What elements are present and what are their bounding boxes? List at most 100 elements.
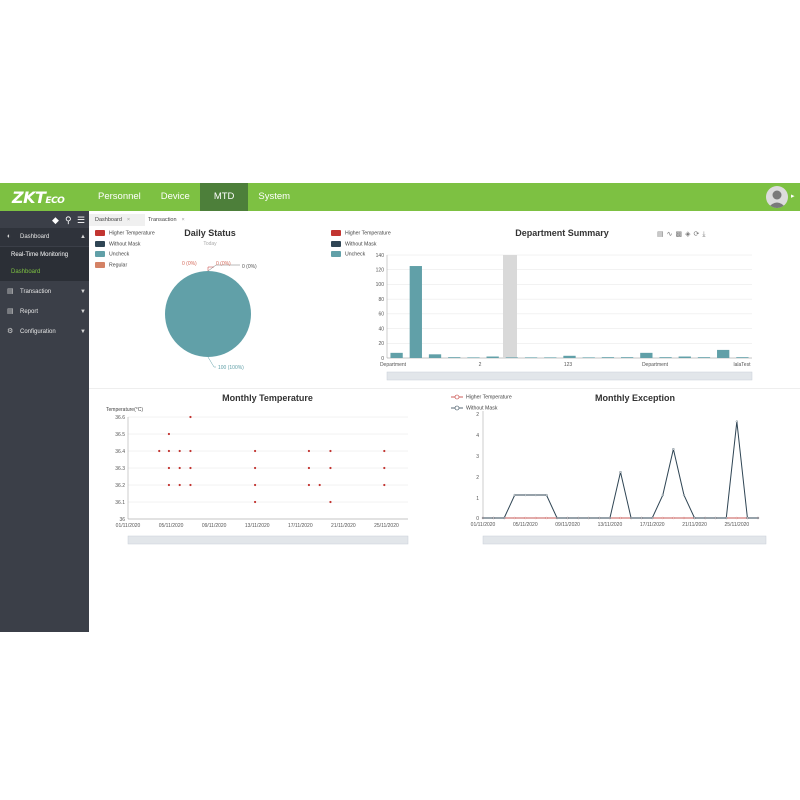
data-point[interactable] bbox=[545, 516, 548, 520]
bar[interactable] bbox=[659, 357, 672, 358]
legend-item[interactable]: Regular bbox=[95, 261, 155, 273]
tag-icon[interactable]: ◆ bbox=[52, 215, 59, 226]
data-point[interactable] bbox=[619, 470, 622, 474]
bar[interactable] bbox=[448, 357, 461, 358]
data-point[interactable] bbox=[329, 500, 332, 504]
menu-icon[interactable]: ☰ bbox=[77, 215, 85, 226]
sidebar-item-configuration[interactable]: ⚙ Configuration ▼ bbox=[0, 323, 89, 341]
bar-chart-icon[interactable]: ▩ bbox=[676, 231, 686, 238]
tab-transaction[interactable]: Transaction × bbox=[146, 214, 200, 226]
nav-device[interactable]: Device bbox=[151, 183, 200, 211]
data-point[interactable] bbox=[682, 493, 686, 497]
data-point[interactable] bbox=[253, 449, 257, 453]
data-point[interactable] bbox=[383, 449, 386, 453]
data-point[interactable] bbox=[524, 493, 527, 497]
data-point[interactable] bbox=[513, 516, 516, 520]
data-point[interactable] bbox=[735, 420, 738, 423]
data-point[interactable] bbox=[318, 483, 321, 487]
sidebar-subitem-dashboard[interactable]: Dashboard bbox=[0, 264, 89, 281]
legend-item[interactable]: Without Mask bbox=[331, 240, 391, 252]
data-point[interactable] bbox=[167, 466, 171, 470]
data-point[interactable] bbox=[524, 516, 527, 520]
bar[interactable] bbox=[428, 354, 442, 358]
user-menu-caret-icon[interactable]: ▸ bbox=[791, 192, 795, 200]
data-point[interactable] bbox=[167, 432, 171, 436]
data-point[interactable] bbox=[158, 449, 161, 453]
bar[interactable] bbox=[697, 357, 711, 358]
data-point[interactable] bbox=[661, 516, 664, 520]
data-point[interactable] bbox=[693, 516, 696, 520]
data-zoom-slider[interactable] bbox=[127, 535, 409, 545]
data-point[interactable] bbox=[513, 493, 516, 497]
data-point[interactable] bbox=[492, 516, 495, 520]
data-point[interactable] bbox=[598, 516, 601, 520]
bar[interactable] bbox=[601, 357, 615, 358]
bar[interactable] bbox=[390, 352, 403, 358]
stack-icon[interactable]: ◈ bbox=[685, 231, 693, 238]
nav-system[interactable]: System bbox=[248, 183, 300, 211]
bar[interactable] bbox=[678, 356, 691, 358]
legend-item[interactable]: Higher Temperature bbox=[95, 230, 155, 241]
data-point[interactable] bbox=[735, 516, 738, 520]
data-point[interactable] bbox=[189, 483, 192, 487]
data-point[interactable] bbox=[714, 516, 717, 520]
sidebar-item-report[interactable]: ▤ Report ▼ bbox=[0, 303, 89, 321]
data-point[interactable] bbox=[555, 516, 559, 520]
data-point[interactable] bbox=[566, 516, 569, 520]
data-point[interactable] bbox=[545, 493, 548, 497]
data-point[interactable] bbox=[178, 466, 181, 470]
data-point[interactable] bbox=[307, 483, 311, 487]
data-point[interactable] bbox=[253, 466, 257, 470]
bar[interactable] bbox=[620, 357, 634, 358]
data-zoom-slider[interactable] bbox=[386, 371, 753, 381]
pie-slice-uncheck[interactable] bbox=[165, 271, 251, 357]
data-point[interactable] bbox=[608, 516, 612, 520]
data-point[interactable] bbox=[577, 516, 580, 520]
bar[interactable] bbox=[582, 357, 595, 358]
legend-item[interactable]: Without Mask bbox=[95, 240, 155, 252]
data-point[interactable] bbox=[725, 516, 728, 520]
data-point[interactable] bbox=[746, 516, 749, 520]
data-point[interactable] bbox=[640, 516, 643, 520]
data-point[interactable] bbox=[587, 516, 590, 520]
sidebar-subitem-realtime-monitoring[interactable]: Real-Time Monitoring bbox=[0, 247, 89, 264]
line-chart-icon[interactable]: ∿ bbox=[667, 231, 676, 238]
data-point[interactable] bbox=[661, 493, 664, 497]
legend-item[interactable]: Higher Temperature bbox=[331, 230, 391, 241]
bar[interactable] bbox=[640, 352, 653, 358]
data-point[interactable] bbox=[307, 449, 311, 453]
data-point[interactable] bbox=[481, 516, 485, 520]
data-point[interactable] bbox=[178, 483, 181, 487]
data-zoom-slider[interactable] bbox=[482, 535, 767, 545]
data-point[interactable] bbox=[534, 493, 537, 497]
bar[interactable] bbox=[717, 349, 730, 358]
data-point[interactable] bbox=[253, 483, 257, 487]
data-point[interactable] bbox=[619, 516, 622, 520]
legend-item[interactable]: Higher Temperature bbox=[451, 394, 512, 405]
data-point[interactable] bbox=[756, 516, 760, 520]
data-point[interactable] bbox=[383, 466, 386, 470]
data-point[interactable] bbox=[672, 516, 675, 520]
download-icon[interactable]: ⤓ bbox=[702, 231, 708, 238]
data-point[interactable] bbox=[329, 449, 332, 453]
data-point[interactable] bbox=[629, 516, 633, 520]
bar[interactable] bbox=[409, 266, 422, 358]
sidebar-item-transaction[interactable]: ▤ Transaction ▼ bbox=[0, 283, 89, 301]
search-icon[interactable]: ⚲ bbox=[65, 215, 72, 226]
bar[interactable] bbox=[736, 357, 749, 358]
nav-mtd[interactable]: MTD bbox=[199, 183, 249, 211]
legend-item[interactable]: Uncheck bbox=[95, 251, 155, 262]
data-point[interactable] bbox=[503, 516, 506, 520]
bar[interactable] bbox=[505, 357, 519, 358]
data-point[interactable] bbox=[167, 449, 171, 453]
bar[interactable] bbox=[467, 357, 480, 358]
bar[interactable] bbox=[524, 357, 538, 358]
data-point[interactable] bbox=[329, 466, 332, 470]
data-point[interactable] bbox=[307, 466, 311, 470]
data-point[interactable] bbox=[672, 448, 675, 451]
data-point[interactable] bbox=[253, 500, 257, 504]
data-point[interactable] bbox=[704, 516, 707, 520]
bar[interactable] bbox=[563, 355, 576, 358]
data-point[interactable] bbox=[682, 516, 686, 520]
bar[interactable] bbox=[544, 357, 557, 358]
